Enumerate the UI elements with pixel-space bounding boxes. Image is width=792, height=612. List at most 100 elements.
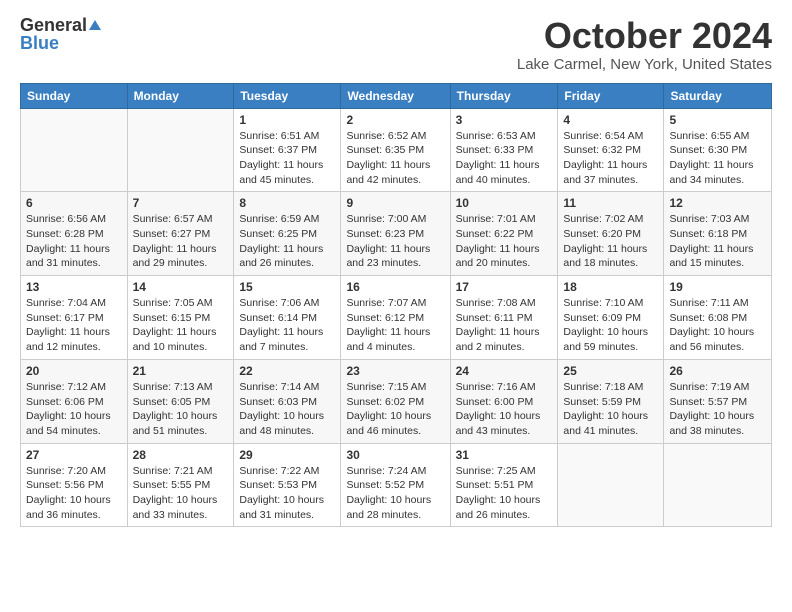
day-number: 24	[456, 364, 553, 378]
page-header: General Blue October 2024 Lake Carmel, N…	[20, 16, 772, 73]
day-detail: Sunrise: 7:14 AMSunset: 6:03 PMDaylight:…	[239, 380, 335, 439]
day-cell: 21 Sunrise: 7:13 AMSunset: 6:05 PMDaylig…	[127, 359, 234, 443]
weekday-wednesday: Wednesday	[341, 83, 450, 108]
day-cell	[664, 443, 772, 527]
day-detail: Sunrise: 7:19 AMSunset: 5:57 PMDaylight:…	[669, 380, 766, 439]
day-number: 6	[26, 196, 122, 210]
logo-icon	[89, 18, 101, 30]
day-detail: Sunrise: 6:52 AMSunset: 6:35 PMDaylight:…	[346, 129, 444, 188]
day-detail: Sunrise: 7:11 AMSunset: 6:08 PMDaylight:…	[669, 296, 766, 355]
day-cell: 30 Sunrise: 7:24 AMSunset: 5:52 PMDaylig…	[341, 443, 450, 527]
weekday-saturday: Saturday	[664, 83, 772, 108]
day-cell: 25 Sunrise: 7:18 AMSunset: 5:59 PMDaylig…	[558, 359, 664, 443]
weekday-friday: Friday	[558, 83, 664, 108]
day-detail: Sunrise: 7:20 AMSunset: 5:56 PMDaylight:…	[26, 464, 122, 523]
day-cell	[558, 443, 664, 527]
location-title: Lake Carmel, New York, United States	[517, 56, 772, 73]
weekday-monday: Monday	[127, 83, 234, 108]
day-cell: 20 Sunrise: 7:12 AMSunset: 6:06 PMDaylig…	[21, 359, 128, 443]
week-row-1: 1 Sunrise: 6:51 AMSunset: 6:37 PMDayligh…	[21, 108, 772, 192]
day-cell: 18 Sunrise: 7:10 AMSunset: 6:09 PMDaylig…	[558, 276, 664, 360]
day-cell: 31 Sunrise: 7:25 AMSunset: 5:51 PMDaylig…	[450, 443, 558, 527]
day-detail: Sunrise: 7:07 AMSunset: 6:12 PMDaylight:…	[346, 296, 444, 355]
day-detail: Sunrise: 6:54 AMSunset: 6:32 PMDaylight:…	[563, 129, 658, 188]
logo-general-text: General	[20, 16, 87, 34]
day-detail: Sunrise: 6:55 AMSunset: 6:30 PMDaylight:…	[669, 129, 766, 188]
day-number: 22	[239, 364, 335, 378]
day-number: 12	[669, 196, 766, 210]
day-detail: Sunrise: 7:18 AMSunset: 5:59 PMDaylight:…	[563, 380, 658, 439]
day-number: 18	[563, 280, 658, 294]
weekday-header-row: SundayMondayTuesdayWednesdayThursdayFrid…	[21, 83, 772, 108]
day-detail: Sunrise: 7:01 AMSunset: 6:22 PMDaylight:…	[456, 212, 553, 271]
day-cell: 19 Sunrise: 7:11 AMSunset: 6:08 PMDaylig…	[664, 276, 772, 360]
day-cell: 13 Sunrise: 7:04 AMSunset: 6:17 PMDaylig…	[21, 276, 128, 360]
weekday-tuesday: Tuesday	[234, 83, 341, 108]
weekday-thursday: Thursday	[450, 83, 558, 108]
day-number: 7	[133, 196, 229, 210]
day-number: 31	[456, 448, 553, 462]
day-detail: Sunrise: 7:15 AMSunset: 6:02 PMDaylight:…	[346, 380, 444, 439]
day-number: 29	[239, 448, 335, 462]
day-detail: Sunrise: 7:16 AMSunset: 6:00 PMDaylight:…	[456, 380, 553, 439]
day-cell: 7 Sunrise: 6:57 AMSunset: 6:27 PMDayligh…	[127, 192, 234, 276]
day-cell: 3 Sunrise: 6:53 AMSunset: 6:33 PMDayligh…	[450, 108, 558, 192]
day-detail: Sunrise: 7:25 AMSunset: 5:51 PMDaylight:…	[456, 464, 553, 523]
day-detail: Sunrise: 7:05 AMSunset: 6:15 PMDaylight:…	[133, 296, 229, 355]
day-detail: Sunrise: 6:57 AMSunset: 6:27 PMDaylight:…	[133, 212, 229, 271]
day-cell: 2 Sunrise: 6:52 AMSunset: 6:35 PMDayligh…	[341, 108, 450, 192]
day-number: 27	[26, 448, 122, 462]
day-cell: 26 Sunrise: 7:19 AMSunset: 5:57 PMDaylig…	[664, 359, 772, 443]
day-number: 13	[26, 280, 122, 294]
day-detail: Sunrise: 7:06 AMSunset: 6:14 PMDaylight:…	[239, 296, 335, 355]
day-number: 8	[239, 196, 335, 210]
day-number: 3	[456, 113, 553, 127]
day-detail: Sunrise: 7:13 AMSunset: 6:05 PMDaylight:…	[133, 380, 229, 439]
day-detail: Sunrise: 7:10 AMSunset: 6:09 PMDaylight:…	[563, 296, 658, 355]
day-detail: Sunrise: 6:56 AMSunset: 6:28 PMDaylight:…	[26, 212, 122, 271]
day-cell: 4 Sunrise: 6:54 AMSunset: 6:32 PMDayligh…	[558, 108, 664, 192]
day-detail: Sunrise: 7:22 AMSunset: 5:53 PMDaylight:…	[239, 464, 335, 523]
day-cell: 12 Sunrise: 7:03 AMSunset: 6:18 PMDaylig…	[664, 192, 772, 276]
day-number: 26	[669, 364, 766, 378]
day-cell: 5 Sunrise: 6:55 AMSunset: 6:30 PMDayligh…	[664, 108, 772, 192]
day-number: 20	[26, 364, 122, 378]
week-row-3: 13 Sunrise: 7:04 AMSunset: 6:17 PMDaylig…	[21, 276, 772, 360]
day-detail: Sunrise: 7:02 AMSunset: 6:20 PMDaylight:…	[563, 212, 658, 271]
day-cell	[127, 108, 234, 192]
day-detail: Sunrise: 6:53 AMSunset: 6:33 PMDaylight:…	[456, 129, 553, 188]
logo-blue-text: Blue	[20, 34, 59, 52]
day-detail: Sunrise: 6:51 AMSunset: 6:37 PMDaylight:…	[239, 129, 335, 188]
day-detail: Sunrise: 7:00 AMSunset: 6:23 PMDaylight:…	[346, 212, 444, 271]
day-number: 11	[563, 196, 658, 210]
day-detail: Sunrise: 7:21 AMSunset: 5:55 PMDaylight:…	[133, 464, 229, 523]
calendar-table: SundayMondayTuesdayWednesdayThursdayFrid…	[20, 83, 772, 528]
day-number: 1	[239, 113, 335, 127]
day-cell: 29 Sunrise: 7:22 AMSunset: 5:53 PMDaylig…	[234, 443, 341, 527]
week-row-4: 20 Sunrise: 7:12 AMSunset: 6:06 PMDaylig…	[21, 359, 772, 443]
day-detail: Sunrise: 7:03 AMSunset: 6:18 PMDaylight:…	[669, 212, 766, 271]
title-block: October 2024 Lake Carmel, New York, Unit…	[517, 16, 772, 73]
day-cell: 8 Sunrise: 6:59 AMSunset: 6:25 PMDayligh…	[234, 192, 341, 276]
day-cell: 27 Sunrise: 7:20 AMSunset: 5:56 PMDaylig…	[21, 443, 128, 527]
day-cell: 17 Sunrise: 7:08 AMSunset: 6:11 PMDaylig…	[450, 276, 558, 360]
logo: General Blue	[20, 16, 101, 52]
day-number: 5	[669, 113, 766, 127]
day-number: 28	[133, 448, 229, 462]
day-cell: 22 Sunrise: 7:14 AMSunset: 6:03 PMDaylig…	[234, 359, 341, 443]
day-number: 30	[346, 448, 444, 462]
day-number: 17	[456, 280, 553, 294]
day-number: 19	[669, 280, 766, 294]
day-number: 15	[239, 280, 335, 294]
day-detail: Sunrise: 7:12 AMSunset: 6:06 PMDaylight:…	[26, 380, 122, 439]
day-number: 23	[346, 364, 444, 378]
day-cell: 24 Sunrise: 7:16 AMSunset: 6:00 PMDaylig…	[450, 359, 558, 443]
day-number: 10	[456, 196, 553, 210]
week-row-2: 6 Sunrise: 6:56 AMSunset: 6:28 PMDayligh…	[21, 192, 772, 276]
day-cell: 23 Sunrise: 7:15 AMSunset: 6:02 PMDaylig…	[341, 359, 450, 443]
day-number: 21	[133, 364, 229, 378]
day-number: 16	[346, 280, 444, 294]
day-detail: Sunrise: 7:08 AMSunset: 6:11 PMDaylight:…	[456, 296, 553, 355]
day-cell	[21, 108, 128, 192]
day-cell: 1 Sunrise: 6:51 AMSunset: 6:37 PMDayligh…	[234, 108, 341, 192]
